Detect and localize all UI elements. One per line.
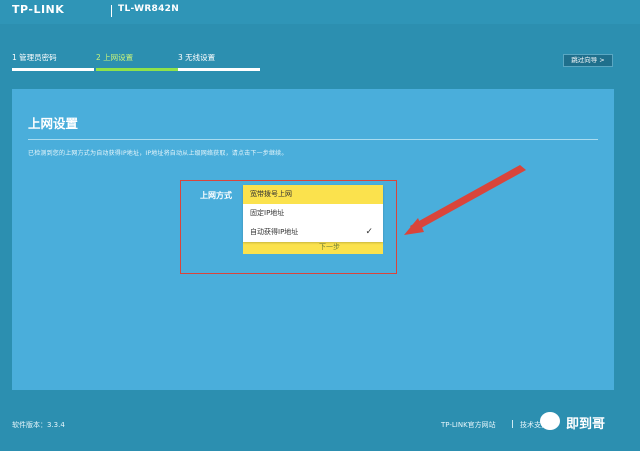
official-site-link[interactable]: TP-LINK官方网站	[441, 420, 496, 430]
watermark: 即到哥	[540, 409, 636, 435]
wechat-icon	[540, 412, 560, 430]
firmware-version: 软件版本：3.3.4	[12, 421, 65, 429]
watermark-text: 即到哥	[566, 417, 606, 432]
annotation-arrow-icon	[404, 165, 526, 235]
footer-divider	[512, 420, 513, 428]
